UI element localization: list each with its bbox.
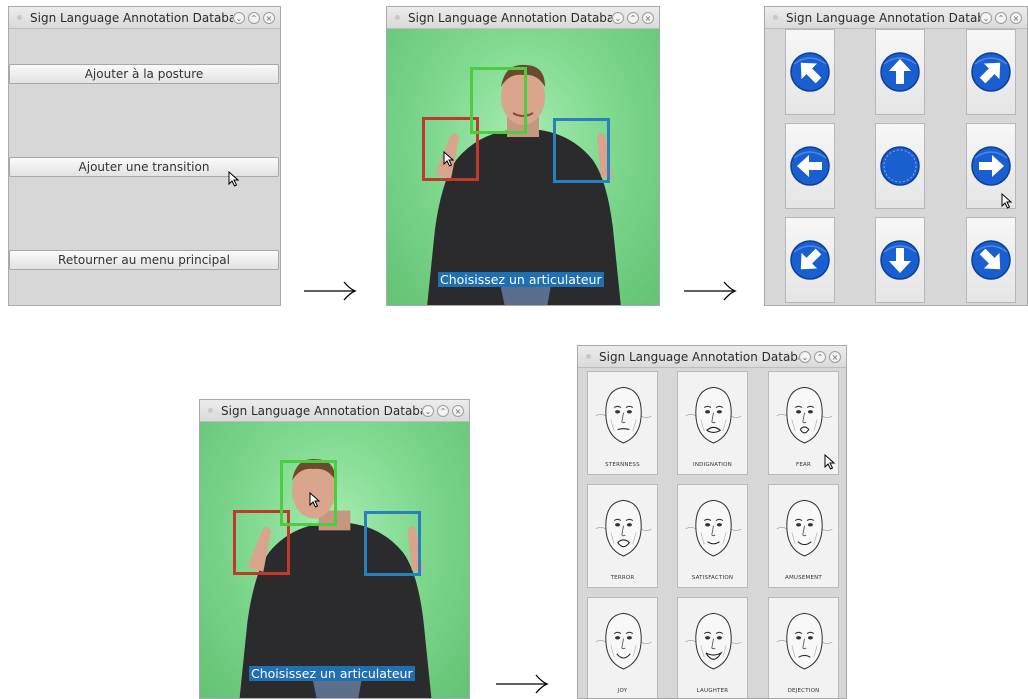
arrow-left-icon <box>790 146 830 186</box>
dir-down-left-button[interactable] <box>785 217 835 303</box>
face-drawing-icon <box>776 612 833 670</box>
window-icon <box>17 15 22 20</box>
window-title: Sign Language Annotation Database <box>408 10 612 25</box>
window-title: Sign Language Annotation Database <box>221 403 422 418</box>
mouse-cursor-icon <box>824 454 836 470</box>
maximize-icon[interactable]: ⌃ <box>627 11 639 24</box>
window-title: Sign Language Annotation Database <box>599 349 799 364</box>
arrow-down-right-icon <box>971 240 1011 280</box>
flow-arrow-icon <box>304 281 357 301</box>
expression-label: LAUGHTER <box>696 688 729 694</box>
expression-label: STERNNESS <box>605 462 640 468</box>
articulator-face-box[interactable] <box>470 67 527 134</box>
circle-center-icon <box>880 146 920 186</box>
expression-laughter-button[interactable]: LAUGHTER <box>677 597 748 698</box>
mouse-cursor-icon <box>443 151 455 167</box>
face-drawing-icon <box>595 386 652 444</box>
window-icon <box>208 408 213 413</box>
video-frame[interactable]: Choisissez un articulateur <box>387 29 659 305</box>
minimize-icon[interactable]: ⌄ <box>422 404 434 417</box>
mouse-cursor-icon <box>228 171 240 187</box>
arrow-down-icon <box>880 240 920 280</box>
mouse-cursor-icon <box>309 492 321 508</box>
expression-sternness-button[interactable]: STERNNESS <box>587 371 658 475</box>
minimize-icon[interactable]: ⌄ <box>799 350 811 363</box>
titlebar: Sign Language Annotation Database ⌄ ⌃ × <box>578 346 846 368</box>
expression-indignation-button[interactable]: INDIGNATION <box>677 371 748 475</box>
flow-arrow-icon <box>496 674 549 694</box>
back-main-menu-button[interactable]: Retourner au menu principal <box>9 250 279 270</box>
face-drawing-icon <box>595 499 652 557</box>
minimize-icon[interactable]: ⌄ <box>980 11 992 24</box>
arrow-up-right-icon <box>971 52 1011 92</box>
minimize-icon[interactable]: ⌄ <box>233 11 245 24</box>
dir-left-button[interactable] <box>785 123 835 209</box>
expression-label: SATISFACTION <box>691 575 734 581</box>
arrow-down-left-icon <box>790 240 830 280</box>
maximize-icon[interactable]: ⌃ <box>814 350 826 363</box>
titlebar: Sign Language Annotation Database ⌄ ⌃ × <box>9 7 280 29</box>
titlebar: Sign Language Annotation Database ⌄ ⌃ × <box>200 400 469 422</box>
titlebar: Sign Language Annotation Database ⌄ ⌃ × <box>765 7 1027 29</box>
maximize-icon[interactable]: ⌃ <box>248 11 260 24</box>
expression-label: TERROR <box>610 575 635 581</box>
maximize-icon[interactable]: ⌃ <box>995 11 1007 24</box>
window-icon <box>395 15 400 20</box>
articulator-left-hand-box[interactable] <box>364 511 421 576</box>
window-icon <box>773 15 778 20</box>
window-video: Sign Language Annotation Database ⌄ ⌃ × … <box>386 6 660 306</box>
expression-label: AMUSEMENT <box>785 575 822 581</box>
close-icon[interactable]: × <box>642 11 654 24</box>
close-icon[interactable]: × <box>452 404 464 417</box>
window-expressions: Sign Language Annotation Database ⌄ ⌃ × … <box>577 345 847 699</box>
window-title: Sign Language Annotation Database <box>30 10 233 25</box>
articulator-left-hand-box[interactable] <box>553 118 610 183</box>
video-frame[interactable]: Choisissez un articulateur <box>200 422 469 698</box>
face-drawing-icon <box>685 386 742 444</box>
expression-label: FEAR <box>795 462 812 468</box>
arrow-up-left-icon <box>790 52 830 92</box>
face-drawing-icon <box>685 499 742 557</box>
dir-up-left-button[interactable] <box>785 29 835 115</box>
caption-choose-articulator: Choisissez un articulateur <box>249 666 415 681</box>
dir-up-button[interactable] <box>875 29 925 115</box>
maximize-icon[interactable]: ⌃ <box>437 404 449 417</box>
face-drawing-icon <box>595 612 652 670</box>
window-icon <box>586 354 591 359</box>
expression-label: INDIGNATION <box>693 462 732 468</box>
caption-choose-articulator: Choisissez un articulateur <box>438 272 604 287</box>
minimize-icon[interactable]: ⌄ <box>612 11 624 24</box>
expression-label: DEJECTION <box>787 688 820 694</box>
dir-center-button[interactable] <box>875 123 925 209</box>
dir-up-right-button[interactable] <box>966 29 1016 115</box>
window-title: Sign Language Annotation Database <box>786 10 980 25</box>
mouse-cursor-icon <box>1001 193 1013 209</box>
close-icon[interactable]: × <box>829 350 841 363</box>
add-posture-button[interactable]: Ajouter à la posture <box>9 64 279 84</box>
flow-arrow-icon <box>684 281 737 301</box>
expression-amusement-button[interactable]: AMUSEMENT <box>768 484 839 588</box>
close-icon[interactable]: × <box>1010 11 1022 24</box>
expression-joy-button[interactable]: JOY <box>587 597 658 698</box>
window-directions: Sign Language Annotation Database ⌄ ⌃ × <box>764 6 1028 306</box>
titlebar: Sign Language Annotation Database ⌄ ⌃ × <box>387 7 659 29</box>
face-drawing-icon <box>685 612 742 670</box>
expression-label: JOY <box>617 688 628 694</box>
dir-down-button[interactable] <box>875 217 925 303</box>
window-menu: Sign Language Annotation Database ⌄ ⌃ × … <box>8 6 281 306</box>
expression-terror-button[interactable]: TERROR <box>587 484 658 588</box>
window-video-2: Sign Language Annotation Database ⌄ ⌃ × … <box>199 399 470 699</box>
close-icon[interactable]: × <box>263 11 275 24</box>
face-drawing-icon <box>776 386 833 444</box>
expression-satisfaction-button[interactable]: SATISFACTION <box>677 484 748 588</box>
arrow-right-icon <box>971 146 1011 186</box>
dir-down-right-button[interactable] <box>966 217 1016 303</box>
expression-dejection-button[interactable]: DEJECTION <box>768 597 839 698</box>
face-drawing-icon <box>776 499 833 557</box>
arrow-up-icon <box>880 52 920 92</box>
